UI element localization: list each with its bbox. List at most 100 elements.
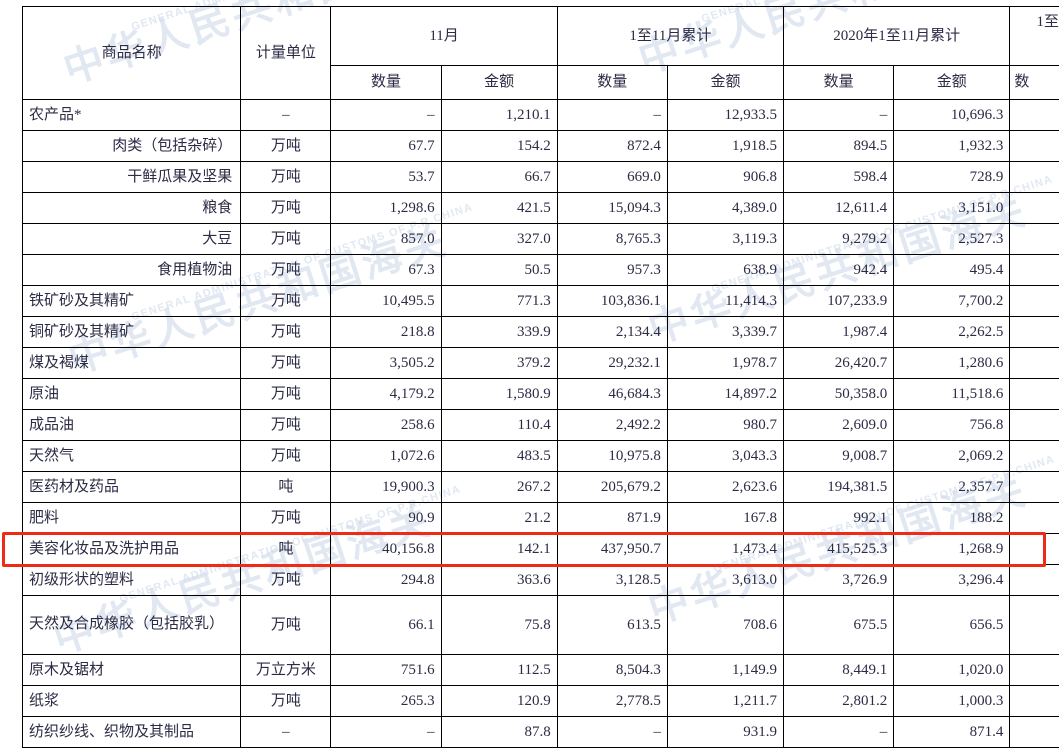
- cell-commodity-name: 成品油: [23, 410, 241, 441]
- cell-cum-amount: 3,119.3: [667, 224, 783, 255]
- cell-commodity-name: 铁矿砂及其精矿: [23, 286, 241, 317]
- cell-commodity-name: 医药材及药品: [23, 472, 241, 503]
- cell-unit: 万吨: [241, 441, 331, 472]
- cell-cum-amount: 906.8: [667, 162, 783, 193]
- cell-unit: 万吨: [241, 193, 331, 224]
- cell-nov-quantity: 90.9: [331, 503, 441, 534]
- cell-prev-amount: 2,527.3: [894, 224, 1010, 255]
- cell-prev-amount: 1,020.0: [894, 655, 1010, 686]
- cell-cum-amount: 1,918.5: [667, 131, 783, 162]
- cell-prev-quantity: –: [784, 100, 894, 131]
- cell-nov-amount: 379.2: [441, 348, 557, 379]
- cell-truncated: [1010, 410, 1059, 441]
- cell-prev-quantity: 675.5: [784, 596, 894, 655]
- cell-commodity-name: 肥料: [23, 503, 241, 534]
- cell-cum-amount: 1,978.7: [667, 348, 783, 379]
- import-commodity-table-container: 商品名称 计量单位 11月 1至11月累计 2020年1至11月累计 1至 数量…: [22, 6, 1059, 748]
- cell-prev-quantity: 107,233.9: [784, 286, 894, 317]
- cell-cum-quantity: 103,836.1: [557, 286, 667, 317]
- cell-cum-quantity: –: [557, 717, 667, 748]
- cell-truncated: [1010, 534, 1059, 565]
- cell-nov-quantity: 294.8: [331, 565, 441, 596]
- cell-truncated: [1010, 131, 1059, 162]
- cell-cum-amount: 1,211.7: [667, 686, 783, 717]
- cell-nov-amount: 421.5: [441, 193, 557, 224]
- cell-prev-amount: 871.4: [894, 717, 1010, 748]
- cell-nov-amount: 21.2: [441, 503, 557, 534]
- cell-cum-quantity: 8,765.3: [557, 224, 667, 255]
- cell-prev-quantity: 2,609.0: [784, 410, 894, 441]
- cell-nov-quantity: 4,179.2: [331, 379, 441, 410]
- cell-prev-amount: 3,296.4: [894, 565, 1010, 596]
- table-row: 肥料万吨90.921.2871.9167.8992.1188.2: [23, 503, 1059, 534]
- cell-unit: 万立方米: [241, 655, 331, 686]
- group-header-cumulative: 1至11月累计: [557, 7, 783, 66]
- cell-unit: –: [241, 100, 331, 131]
- cell-prev-amount: 3,151.0: [894, 193, 1010, 224]
- cell-cum-amount: 14,897.2: [667, 379, 783, 410]
- cell-cum-amount: 1,473.4: [667, 534, 783, 565]
- cell-unit: 吨: [241, 534, 331, 565]
- cell-nov-amount: 267.2: [441, 472, 557, 503]
- cell-nov-quantity: 10,495.5: [331, 286, 441, 317]
- table-row: 大豆万吨857.0327.08,765.33,119.39,279.22,527…: [23, 224, 1059, 255]
- cell-nov-quantity: 751.6: [331, 655, 441, 686]
- cell-prev-quantity: 942.4: [784, 255, 894, 286]
- cell-prev-quantity: 3,726.9: [784, 565, 894, 596]
- cell-nov-amount: 327.0: [441, 224, 557, 255]
- cell-cum-quantity: 205,679.2: [557, 472, 667, 503]
- cell-nov-quantity: 218.8: [331, 317, 441, 348]
- cell-nov-quantity: 265.3: [331, 686, 441, 717]
- cell-cum-amount: 167.8: [667, 503, 783, 534]
- cell-cum-quantity: 2,778.5: [557, 686, 667, 717]
- cell-prev-amount: 1,000.3: [894, 686, 1010, 717]
- cell-nov-quantity: 67.3: [331, 255, 441, 286]
- table-row: 粮食万吨1,298.6421.515,094.34,389.012,611.43…: [23, 193, 1059, 224]
- cell-prev-quantity: 1,987.4: [784, 317, 894, 348]
- cell-prev-quantity: 194,381.5: [784, 472, 894, 503]
- column-header-commodity-name: 商品名称: [23, 7, 241, 100]
- cell-prev-amount: 495.4: [894, 255, 1010, 286]
- cell-prev-quantity: 26,420.7: [784, 348, 894, 379]
- cell-unit: 万吨: [241, 596, 331, 655]
- cell-commodity-name: 纺织纱线、织物及其制品: [23, 717, 241, 748]
- cell-cum-quantity: 872.4: [557, 131, 667, 162]
- cell-nov-quantity: 857.0: [331, 224, 441, 255]
- cell-nov-amount: 66.7: [441, 162, 557, 193]
- cell-nov-amount: 112.5: [441, 655, 557, 686]
- table-row: 原油万吨4,179.21,580.946,684.314,897.250,358…: [23, 379, 1059, 410]
- header-row-groups: 商品名称 计量单位 11月 1至11月累计 2020年1至11月累计 1至: [23, 7, 1059, 66]
- cell-prev-amount: 756.8: [894, 410, 1010, 441]
- cell-truncated: [1010, 162, 1059, 193]
- column-header-prev-quantity: 数量: [784, 66, 894, 100]
- cell-cum-quantity: 15,094.3: [557, 193, 667, 224]
- cell-prev-quantity: 894.5: [784, 131, 894, 162]
- cell-commodity-name: 肉类（包括杂碎）: [23, 131, 241, 162]
- cell-commodity-name: 粮食: [23, 193, 241, 224]
- column-header-prev-amount: 金额: [894, 66, 1010, 100]
- cell-truncated: [1010, 472, 1059, 503]
- cell-prev-quantity: 2,801.2: [784, 686, 894, 717]
- cell-prev-quantity: 9,008.7: [784, 441, 894, 472]
- cell-prev-quantity: 415,525.3: [784, 534, 894, 565]
- cell-cum-quantity: 46,684.3: [557, 379, 667, 410]
- cell-unit: 万吨: [241, 410, 331, 441]
- cell-cum-amount: 2,623.6: [667, 472, 783, 503]
- cell-prev-quantity: –: [784, 717, 894, 748]
- cell-cum-quantity: 10,975.8: [557, 441, 667, 472]
- cell-unit: 万吨: [241, 379, 331, 410]
- cell-truncated: [1010, 255, 1059, 286]
- cell-prev-amount: 2,357.7: [894, 472, 1010, 503]
- cell-cum-quantity: 2,492.2: [557, 410, 667, 441]
- cell-commodity-name: 初级形状的塑料: [23, 565, 241, 596]
- cell-prev-quantity: 992.1: [784, 503, 894, 534]
- import-commodity-table: 商品名称 计量单位 11月 1至11月累计 2020年1至11月累计 1至 数量…: [22, 6, 1059, 748]
- table-row: 铁矿砂及其精矿万吨10,495.5771.3103,836.111,414.31…: [23, 286, 1059, 317]
- cell-commodity-name: 大豆: [23, 224, 241, 255]
- table-row: 天然及合成橡胶（包括胶乳）万吨66.175.8613.5708.6675.565…: [23, 596, 1059, 655]
- table-row: 纸浆万吨265.3120.92,778.51,211.72,801.21,000…: [23, 686, 1059, 717]
- cell-unit: 万吨: [241, 224, 331, 255]
- cell-commodity-name: 美容化妆品及洗护用品: [23, 534, 241, 565]
- cell-commodity-name: 原油: [23, 379, 241, 410]
- cell-cum-quantity: 871.9: [557, 503, 667, 534]
